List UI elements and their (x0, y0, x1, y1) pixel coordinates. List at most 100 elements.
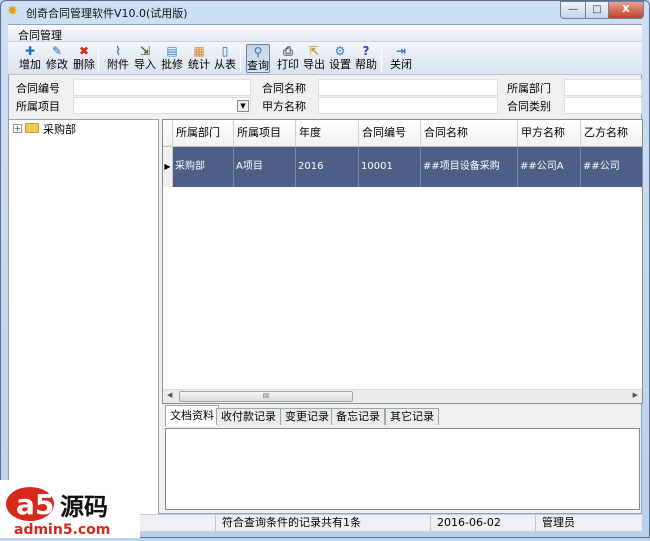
column-header[interactable]: 年度 (296, 120, 359, 147)
toolbar-button-printer[interactable]: ⎙ 打印 (276, 44, 300, 73)
sub-table-icon: ▯ (221, 44, 229, 58)
svg-text:源码: 源码 (60, 493, 108, 521)
import-icon: ⇲ (139, 44, 151, 58)
printer-icon: ⎙ (283, 44, 293, 58)
category-input[interactable] (564, 97, 642, 114)
status-message: 符合查询条件的记录共有1条 (215, 515, 430, 531)
department-input[interactable] (564, 79, 642, 96)
toolbar-button-label: 附件 (107, 58, 129, 71)
toolbar-button-label: 批修 (161, 58, 183, 71)
tab-1[interactable]: 收付款记录 (216, 408, 281, 425)
toolbar-button-label: 导出 (303, 58, 325, 71)
toolbar-button-batch-edit[interactable]: ▤ 批修 (160, 44, 184, 73)
close-button[interactable]: X (608, 1, 644, 19)
minimize-button[interactable]: — (560, 1, 586, 19)
scroll-left-icon[interactable]: ◀ (167, 391, 172, 399)
tab-content (165, 428, 640, 510)
tree-node-purchasing[interactable]: 采购部 (43, 121, 76, 137)
toolbar-button-help[interactable]: ? 帮助 (354, 44, 378, 73)
table-cell[interactable]: A项目 (234, 147, 296, 187)
toolbar-button-paperclip[interactable]: ⌇ 附件 (106, 44, 130, 73)
column-header[interactable]: 所属部门 (173, 120, 234, 147)
label-category: 合同类别 (507, 100, 551, 113)
gear-icon: ⚙ (334, 44, 346, 58)
maximize-button[interactable]: □ (585, 1, 609, 19)
watermark-logo: a5 源码 admin5.com (0, 480, 140, 538)
toolbar-button-label: 从表 (214, 58, 236, 71)
table-cell[interactable]: 10001 (359, 147, 421, 187)
export-icon: ⇱ (308, 44, 320, 58)
exit-icon: ⇥ (395, 44, 407, 58)
toolbar-button-label: 修改 (46, 58, 68, 71)
toolbar-button-exit[interactable]: ⇥ 关闭 (389, 44, 413, 73)
department-tree: + 采购部 (8, 119, 159, 515)
row-indicator-icon: ▶ (163, 147, 173, 187)
toolbar-button-label: 设置 (329, 58, 351, 71)
toolbar: ✚ 增加 ✎ 修改 ✖ 删除 ⌇ 附件 ⇲ 导入 ▤ 批修 ▦ 统计 ▯ 从表 ⚲ 查询 ⎙ 打印 ⇱ 导出 ⚙ 设置? 帮助 ⇥… (8, 42, 642, 75)
svg-text:admin5.com: admin5.com (14, 522, 110, 538)
contract-no-input[interactable] (73, 79, 251, 96)
column-header[interactable]: 甲方名称 (518, 120, 581, 147)
batch-edit-icon: ▤ (166, 44, 178, 58)
column-header[interactable]: 乙方名称 (581, 120, 642, 147)
toolbar-button-label: 关闭 (390, 58, 412, 71)
toolbar-button-add[interactable]: ✚ 增加 (18, 44, 42, 73)
label-contract-no: 合同编号 (16, 82, 60, 95)
contract-grid: 所属部门 所属项目 年度 合同编号 合同名称 甲方名称 乙方名称 ▶ 采购部 A项目 2016 1… (162, 119, 643, 404)
label-party-a: 甲方名称 (262, 100, 306, 113)
search-icon: ⚲ (253, 45, 263, 59)
folder-icon (25, 123, 39, 133)
table-cell[interactable]: ##公司A (518, 147, 581, 187)
toolbar-button-search[interactable]: ⚲ 查询 (246, 44, 270, 73)
status-date: 2016-06-02 (430, 515, 535, 531)
grid-corner (163, 120, 173, 147)
toolbar-button-label: 打印 (277, 58, 299, 71)
toolbar-button-statistics[interactable]: ▦ 统计 (187, 44, 211, 73)
window-title: 创奇合同管理软件V10.0(试用版) (26, 7, 188, 20)
toolbar-button-import[interactable]: ⇲ 导入 (133, 44, 157, 73)
column-header[interactable]: 合同编号 (359, 120, 421, 147)
delete-icon: ✖ (78, 44, 90, 58)
expand-icon[interactable]: + (13, 124, 22, 133)
tab-0[interactable]: 文档资料 (165, 405, 219, 426)
tab-3[interactable]: 备忘记录 (331, 408, 385, 425)
label-project: 所属项目 (16, 100, 60, 113)
pencil-icon: ✎ (51, 44, 63, 58)
scroll-right-icon[interactable]: ▶ (633, 391, 638, 399)
horizontal-scrollbar[interactable]: ◀ III ▶ (163, 389, 642, 403)
table-cell[interactable]: ##项目设备采购 (421, 147, 518, 187)
table-cell[interactable]: 采购部 (173, 147, 234, 187)
statistics-icon: ▦ (193, 44, 205, 58)
scrollbar-thumb[interactable]: III (179, 391, 353, 402)
party-a-input[interactable] (318, 97, 498, 114)
help-icon: ? (362, 44, 370, 58)
paperclip-icon: ⌇ (115, 44, 121, 58)
toolbar-button-export[interactable]: ⇱ 导出 (302, 44, 326, 73)
contract-name-input[interactable] (318, 79, 498, 96)
tab-2[interactable]: 变更记录 (280, 408, 334, 425)
app-icon: ✸ (7, 4, 18, 19)
label-contract-name: 合同名称 (262, 82, 306, 95)
toolbar-button-label: 导入 (134, 58, 156, 71)
status-user: 管理员 (535, 515, 642, 531)
a5-logo-icon: a5 源码 admin5.com (6, 487, 110, 538)
toolbar-button-label: 删除 (73, 58, 95, 71)
toolbar-button-label: 帮助 (355, 58, 377, 71)
svg-text:a5: a5 (16, 488, 54, 521)
project-select[interactable]: ▼ (73, 97, 251, 114)
table-cell[interactable]: 2016 (296, 147, 359, 187)
column-header[interactable]: 合同名称 (421, 120, 518, 147)
toolbar-button-delete[interactable]: ✖ 删除 (72, 44, 96, 73)
toolbar-button-sub-table[interactable]: ▯ 从表 (213, 44, 237, 73)
toolbar-button-pencil[interactable]: ✎ 修改 (45, 44, 69, 73)
toolbar-separator (240, 46, 241, 72)
chevron-down-icon[interactable]: ▼ (237, 100, 249, 112)
toolbar-button-label: 增加 (19, 58, 41, 71)
column-header[interactable]: 所属项目 (234, 120, 296, 147)
add-icon: ✚ (24, 44, 36, 58)
tab-4[interactable]: 其它记录 (385, 408, 439, 425)
toolbar-button-gear[interactable]: ⚙ 设置 (328, 44, 352, 73)
toolbar-separator (98, 46, 99, 72)
menu-contract-management[interactable]: 合同管理 (18, 27, 62, 43)
table-cell[interactable]: ##公司 (581, 147, 642, 187)
